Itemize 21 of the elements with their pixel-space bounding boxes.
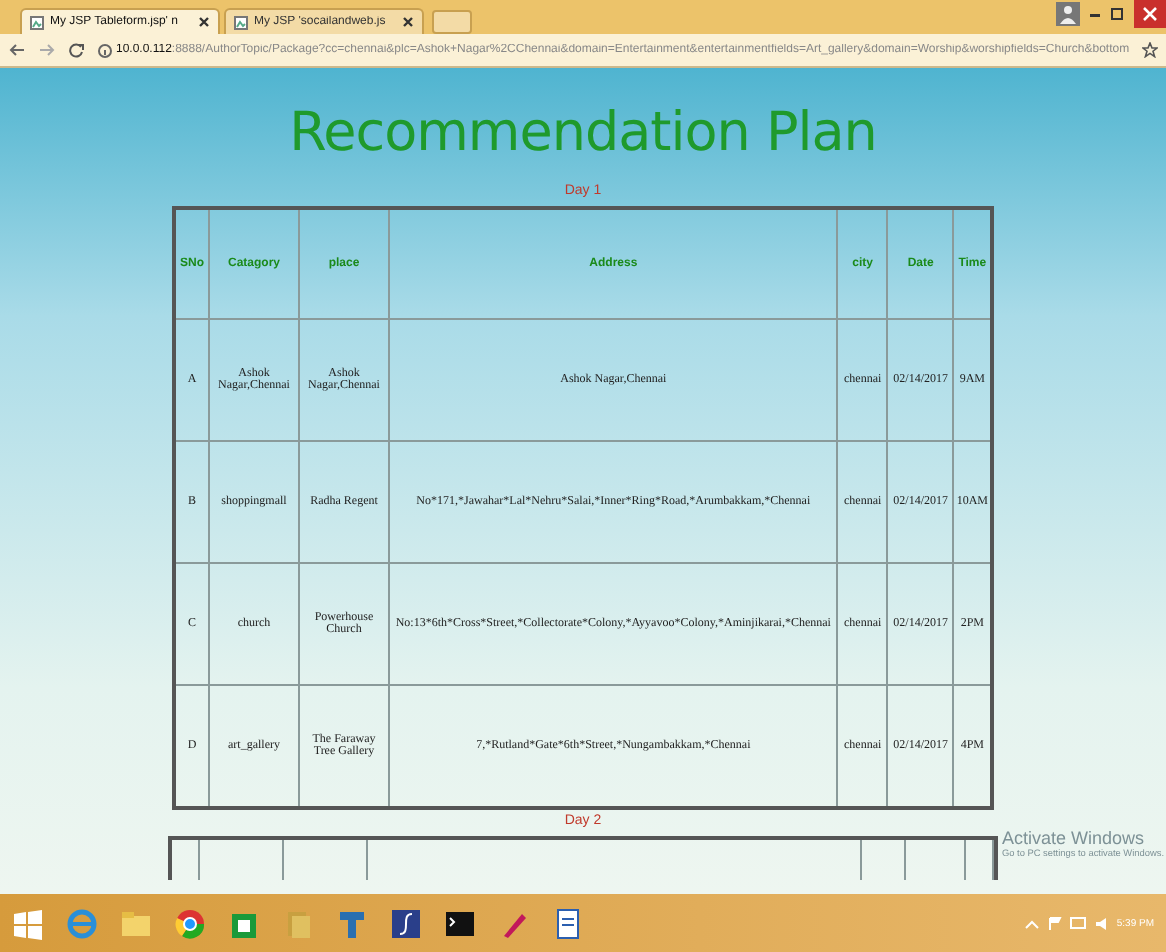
document-icon[interactable] (552, 908, 584, 940)
activation-notice: Activate Windows (1001, 828, 1146, 848)
close-icon[interactable] (1134, 0, 1166, 28)
reload-icon[interactable] (68, 42, 86, 58)
page-icon (234, 15, 248, 29)
page-heading: Recommendation Plan (289, 100, 877, 168)
terminal-icon[interactable] (444, 908, 476, 940)
back-arrow-icon[interactable] (8, 42, 26, 58)
pen-icon[interactable] (498, 908, 530, 940)
s-curve-icon[interactable] (390, 908, 422, 940)
tool-icon[interactable] (336, 908, 368, 940)
browser-icon[interactable] (174, 908, 206, 940)
info-icon[interactable] (98, 43, 112, 57)
forward-arrow-icon[interactable] (38, 42, 56, 58)
star-icon[interactable] (1142, 42, 1158, 58)
maximize-icon[interactable] (1110, 6, 1126, 22)
start-icon[interactable] (12, 908, 44, 940)
close-icon[interactable] (402, 16, 414, 28)
page-icon (30, 15, 44, 29)
close-icon[interactable] (198, 16, 210, 28)
user-icon[interactable] (1056, 2, 1080, 26)
